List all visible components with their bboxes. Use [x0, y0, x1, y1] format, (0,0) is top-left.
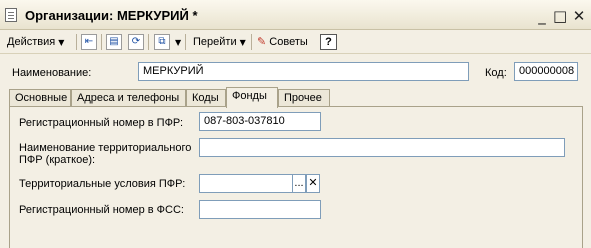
copy-icon[interactable]: ⧉ — [154, 34, 170, 50]
name-label: Наименование: — [12, 67, 92, 79]
tips-icon: ✎ — [257, 35, 267, 48]
window-title: Организации: МЕРКУРИЙ * — [25, 8, 198, 23]
tab-other[interactable]: Прочее — [278, 89, 330, 107]
pfr-reg-input[interactable]: 087-803-037810 — [199, 112, 321, 131]
toolbar-separator — [251, 34, 252, 50]
code-input[interactable]: 000000008 — [514, 62, 578, 81]
chevron-down-icon[interactable]: ▼ — [175, 35, 181, 51]
pfr-name-label-line2: ПФР (краткое): — [19, 154, 96, 166]
actions-menu-button[interactable]: Действия ▼ — [7, 34, 64, 50]
refresh-icon[interactable]: ⟳ — [128, 34, 144, 50]
toolbar-separator — [76, 34, 77, 50]
tips-button[interactable]: ✎ Советы — [257, 34, 308, 50]
tab-funds[interactable]: Фонды — [226, 87, 278, 108]
enter-on-base-icon[interactable]: ⇤ — [81, 34, 97, 50]
toolbar: Действия ▼ ⇤ ▤ ⟳ ⧉ ▼ Перейти ▼ ✎ Советы ? — [0, 30, 591, 54]
toolbar-separator — [185, 34, 186, 50]
maximize-button[interactable]: □ — [553, 9, 567, 24]
goto-menu-label: Перейти — [193, 36, 237, 48]
pfr-conditions-input[interactable] — [199, 174, 293, 193]
pfr-conditions-label: Территориальные условия ПФР: — [19, 178, 186, 190]
toolbar-separator — [148, 34, 149, 50]
clear-icon[interactable]: ✕ — [306, 174, 320, 193]
structure-icon[interactable]: ▤ — [106, 34, 122, 50]
tab-codes[interactable]: Коды — [186, 89, 226, 107]
close-button[interactable]: ✕ — [572, 9, 586, 24]
minimize-button[interactable]: _ — [535, 9, 549, 24]
help-button[interactable]: ? — [320, 34, 337, 50]
fss-reg-input[interactable] — [199, 200, 321, 219]
pfr-name-label-line1: Наименование территориального — [19, 142, 192, 154]
name-input[interactable]: МЕРКУРИЙ — [138, 62, 469, 81]
tab-main[interactable]: Основные — [9, 89, 71, 107]
document-icon — [5, 8, 17, 22]
pfr-name-input[interactable] — [199, 138, 565, 157]
code-label: Код: — [485, 67, 507, 79]
select-button[interactable]: ... — [292, 174, 306, 193]
title-bar: Организации: МЕРКУРИЙ * _ □ ✕ — [0, 0, 591, 30]
goto-menu-button[interactable]: Перейти ▼ — [193, 34, 246, 50]
chevron-down-icon: ▼ — [239, 38, 246, 47]
tips-label: Советы — [269, 36, 308, 48]
actions-menu-label: Действия — [7, 36, 56, 48]
fss-reg-label: Регистрационный номер в ФСС: — [19, 204, 184, 216]
tab-addresses-phones[interactable]: Адреса и телефоны — [71, 89, 186, 107]
toolbar-separator — [101, 34, 102, 50]
pfr-reg-label: Регистрационный номер в ПФР: — [19, 117, 184, 129]
chevron-down-icon: ▼ — [58, 38, 65, 47]
